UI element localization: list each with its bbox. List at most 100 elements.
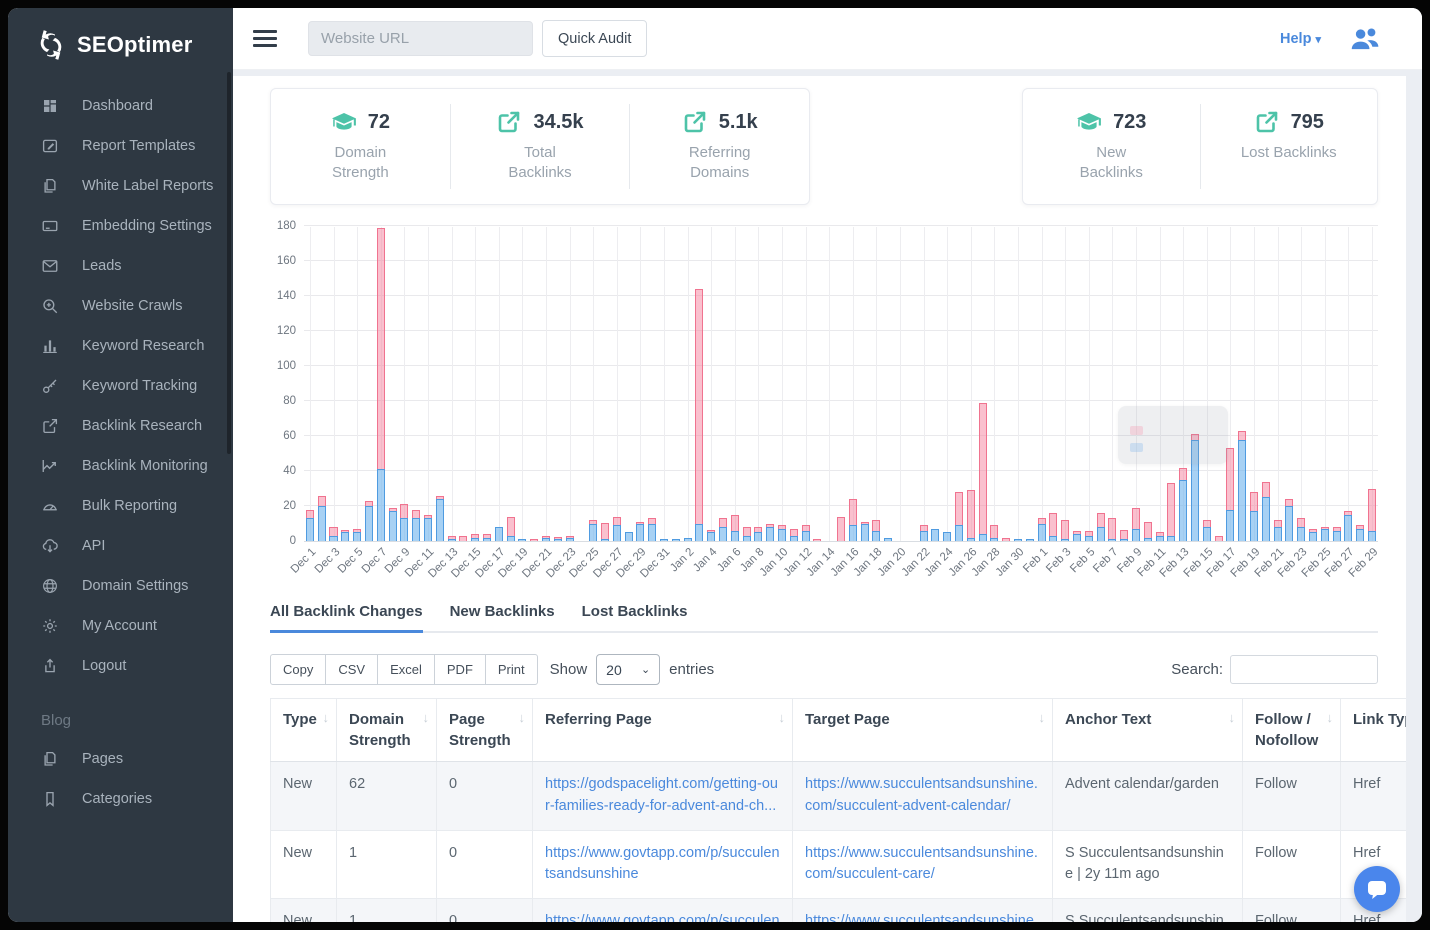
content-panel: 72Domain Strength34.5kTotal Backlinks5.1… [233, 76, 1406, 922]
sidebar-item-label: Keyword Research [82, 338, 205, 354]
chart-bar [717, 227, 729, 541]
chat-widget-button[interactable] [1354, 866, 1400, 912]
sidebar-item-leads[interactable]: Leads [8, 246, 233, 286]
sidebar-item-embedding-settings[interactable]: Embedding Settings [8, 206, 233, 246]
sidebar-item-white-label-reports[interactable]: White Label Reports [8, 166, 233, 206]
chart-bar [1331, 227, 1343, 541]
sidebar-item-pages[interactable]: Pages [8, 739, 233, 779]
sort-arrow-icon[interactable]: ↓ [1327, 709, 1334, 727]
table-row: New10https://www.govtapp.com/p/succulent… [271, 899, 1407, 923]
sidebar: SEOptimer DashboardReport TemplatesWhite… [8, 8, 233, 922]
chart-bar [328, 227, 340, 541]
main-area: Quick Audit Help ▾ 72Domain Strength34.5… [233, 8, 1422, 922]
sidebar-item-api[interactable]: API [8, 526, 233, 566]
sidebar-item-label: Backlink Research [82, 418, 202, 434]
target-page-link[interactable]: https://www.succulentsandsunshine.com/su… [805, 776, 1038, 814]
column-header-follow-nofollow[interactable]: Follow / Nofollow↓ [1243, 699, 1341, 762]
sidebar-item-label: Categories [82, 791, 152, 807]
sidebar-item-keyword-research[interactable]: Keyword Research [8, 326, 233, 366]
sidebar-item-logout[interactable]: Logout [8, 646, 233, 686]
sidebar-item-domain-settings[interactable]: Domain Settings [8, 566, 233, 606]
copy-button[interactable]: Copy [270, 654, 326, 685]
chart-bar [528, 227, 540, 541]
chart-bar [741, 227, 753, 541]
chart-bar [481, 227, 493, 541]
sort-arrow-icon[interactable]: ↓ [423, 709, 430, 727]
sort-arrow-icon[interactable]: ↓ [1229, 709, 1236, 727]
chart-bar [611, 227, 623, 541]
column-header-anchor-text[interactable]: Anchor Text↓ [1053, 699, 1243, 762]
csv-button[interactable]: CSV [325, 654, 378, 685]
sort-arrow-icon[interactable]: ↓ [779, 709, 786, 727]
column-header-referring-page[interactable]: Referring Page↓ [533, 699, 793, 762]
chart-bar [1272, 227, 1284, 541]
tab-lost-backlinks[interactable]: Lost Backlinks [582, 603, 688, 631]
chart-bar [1295, 227, 1307, 541]
column-header-type[interactable]: Type↓ [271, 699, 337, 762]
chart-bar [670, 227, 682, 541]
entries-select[interactable]: 20 ⌄ [596, 654, 660, 685]
tab-all-backlink-changes[interactable]: All Backlink Changes [270, 603, 423, 633]
referring-page-link[interactable]: https://www.govtapp.com/p/succulentsands… [545, 845, 780, 883]
tab-new-backlinks[interactable]: New Backlinks [450, 603, 555, 631]
chart-bar [1107, 227, 1119, 541]
sort-arrow-icon[interactable]: ↓ [1039, 709, 1046, 727]
sidebar-item-label: Leads [82, 258, 122, 274]
chart-bar [375, 227, 387, 541]
dashboard-icon [41, 97, 59, 115]
print-button[interactable]: Print [485, 654, 538, 685]
search-input[interactable] [1230, 655, 1378, 684]
target-page-link[interactable]: https://www.succulentsandsunshine.com/ty… [805, 913, 1038, 922]
chart-bar [1095, 227, 1107, 541]
chart-bar [1319, 227, 1331, 541]
chart-bar [800, 227, 812, 541]
referring-page-link[interactable]: https://godspacelight.com/getting-our-fa… [545, 776, 778, 814]
stat-label: New Backlinks [1063, 143, 1159, 184]
stat-total-backlinks: 34.5kTotal Backlinks [451, 104, 631, 189]
target-page-link[interactable]: https://www.succulentsandsunshine.com/su… [805, 845, 1038, 883]
sidebar-item-label: My Account [82, 618, 157, 634]
hamburger-menu-icon[interactable] [253, 27, 277, 51]
sidebar-item-bulk-reporting[interactable]: Bulk Reporting [8, 486, 233, 526]
chart-bar [764, 227, 776, 541]
external-link-icon [496, 110, 522, 134]
cell-domain-strength: 62 [337, 762, 437, 831]
graduation-cap-icon [331, 110, 357, 134]
sidebar-item-dashboard[interactable]: Dashboard [8, 86, 233, 126]
sidebar-item-backlink-research[interactable]: Backlink Research [8, 406, 233, 446]
sidebar-item-categories[interactable]: Categories [8, 779, 233, 819]
sidebar-item-website-crawls[interactable]: Website Crawls [8, 286, 233, 326]
column-header-domain-strength[interactable]: Domain Strength↓ [337, 699, 437, 762]
stat-label: Referring Domains [672, 143, 768, 184]
help-dropdown[interactable]: Help ▾ [1280, 31, 1321, 47]
excel-button[interactable]: Excel [377, 654, 435, 685]
chart-bar [776, 227, 788, 541]
domain-settings-icon [41, 577, 59, 595]
column-header-page-strength[interactable]: Page Strength↓ [437, 699, 533, 762]
sidebar-scrollbar[interactable] [227, 72, 231, 454]
sidebar-item-backlink-monitoring[interactable]: Backlink Monitoring [8, 446, 233, 486]
cell-type: New [271, 762, 337, 831]
summary-cards: 72Domain Strength34.5kTotal Backlinks5.1… [270, 88, 1378, 205]
categories-icon [41, 790, 59, 808]
sort-arrow-icon[interactable]: ↓ [519, 709, 526, 727]
chart-bar [1000, 227, 1012, 541]
my-account-icon [41, 617, 59, 635]
website-url-input[interactable] [308, 21, 533, 56]
sidebar-item-my-account[interactable]: My Account [8, 606, 233, 646]
sidebar-item-keyword-tracking[interactable]: Keyword Tracking [8, 366, 233, 406]
cell-target-page: https://www.succulentsandsunshine.com/su… [793, 830, 1053, 899]
chart-bar [953, 227, 965, 541]
sidebar-item-report-templates[interactable]: Report Templates [8, 126, 233, 166]
column-header-target-page[interactable]: Target Page↓ [793, 699, 1053, 762]
referring-page-link[interactable]: https://www.govtapp.com/p/succulentsands… [545, 913, 780, 922]
chart-bar [540, 227, 552, 541]
backlinks-table-container: Type↓Domain Strength↓Page Strength↓Refer… [270, 698, 1406, 922]
sort-arrow-icon[interactable]: ↓ [323, 709, 330, 727]
column-header-link-type[interactable]: Link Type↓ [1341, 699, 1407, 762]
pdf-button[interactable]: PDF [434, 654, 486, 685]
stat-value: 72 [368, 111, 390, 134]
logo[interactable]: SEOptimer [8, 8, 233, 76]
quick-audit-button[interactable]: Quick Audit [542, 20, 647, 57]
users-icon[interactable] [1350, 26, 1380, 52]
